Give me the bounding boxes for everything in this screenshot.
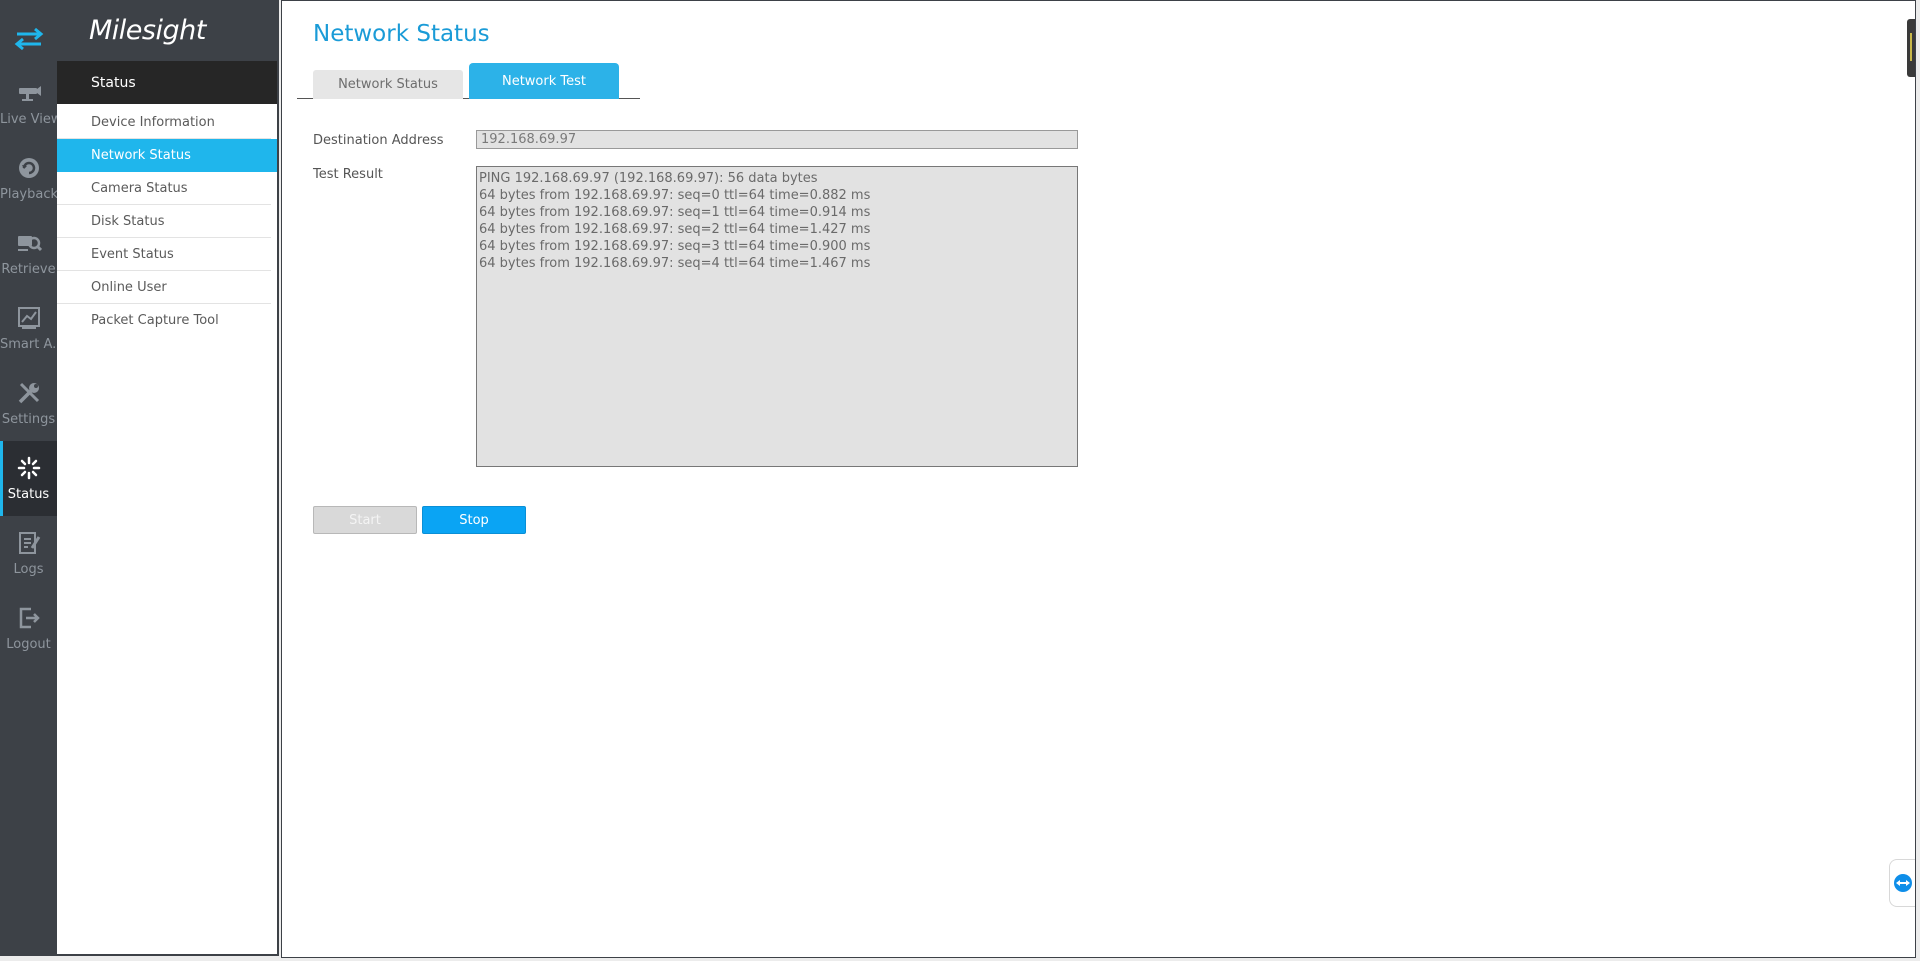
rail-item-logs[interactable]: Logs [0,516,57,591]
live-view-icon [18,86,41,101]
playback-icon [18,158,39,178]
rail-label: Logout [6,637,51,652]
start-button[interactable]: Start [313,506,417,534]
rail-label: Smart A... [0,337,57,352]
rail-label: Playback [0,187,57,202]
tab-network-status[interactable]: Network Status [313,70,463,99]
rail-label: Status [7,487,50,502]
rail-item-live-view[interactable]: Live View [0,66,57,141]
menu-list: Device Information Network Status Camera… [57,106,277,337]
remote-support-widget[interactable] [1889,859,1915,907]
nav-rail: Live View Playback Retrieve Smart A... [0,0,57,956]
rail-item-retrieve[interactable]: Retrieve [0,216,57,291]
rail-label: Logs [13,562,44,577]
brand-logo: Milesight [57,0,277,61]
destination-address-label: Destination Address [313,133,444,148]
menu-item-disk-status[interactable]: Disk Status [57,205,271,238]
status-icon [17,456,40,480]
result-line: 64 bytes from 192.168.69.97: seq=0 ttl=6… [479,188,871,203]
rail-item-logout[interactable]: Logout [0,591,57,666]
rail-label: Live View [0,112,57,127]
tab-bar: Network Status Network Test [297,62,640,99]
menu-item-network-status[interactable]: Network Status [57,139,277,172]
result-line: 64 bytes from 192.168.69.97: seq=3 ttl=6… [479,239,871,254]
menu-item-device-information[interactable]: Device Information [57,106,271,139]
logs-icon [18,532,40,554]
logout-icon [19,607,40,629]
menu-item-packet-capture-tool[interactable]: Packet Capture Tool [57,304,271,337]
main-panel: Network Status Network Status Network Te… [281,0,1916,958]
rail-label: Retrieve [1,262,56,277]
result-line: 64 bytes from 192.168.69.97: seq=2 ttl=6… [479,222,871,237]
destination-address-input[interactable] [476,130,1078,149]
result-line: 64 bytes from 192.168.69.97: seq=1 ttl=6… [479,205,871,220]
menu-header: Status [57,61,277,104]
menu-item-camera-status[interactable]: Camera Status [57,172,271,205]
menu-item-event-status[interactable]: Event Status [57,238,271,271]
remote-support-icon [1893,874,1912,892]
page-title: Network Status [313,21,490,47]
test-result-output[interactable]: PING 192.168.69.97 (192.168.69.97): 56 d… [476,166,1078,467]
retrieve-icon [17,236,42,252]
rail-label: Settings [1,412,56,427]
result-line: PING 192.168.69.97 (192.168.69.97): 56 d… [479,171,818,186]
result-line: 64 bytes from 192.168.69.97: seq=4 ttl=6… [479,256,871,271]
test-result-label: Test Result [313,167,383,182]
edge-handle[interactable] [1907,19,1915,77]
menu-item-online-user[interactable]: Online User [57,271,271,304]
swap-arrows-icon [14,27,43,51]
rail-item-playback[interactable]: Playback [0,141,57,216]
rail-item-settings[interactable]: Settings [0,366,57,441]
status-menu: Milesight Status Device Information Netw… [57,0,279,956]
rail-item-status[interactable]: Status [0,441,57,516]
tab-network-test[interactable]: Network Test [469,63,619,99]
settings-icon [18,382,39,404]
rail-item-smart-analysis[interactable]: Smart A... [0,291,57,366]
smart-analysis-icon [17,307,40,329]
menu-toggle-button[interactable] [0,18,57,60]
stop-button[interactable]: Stop [422,506,526,534]
